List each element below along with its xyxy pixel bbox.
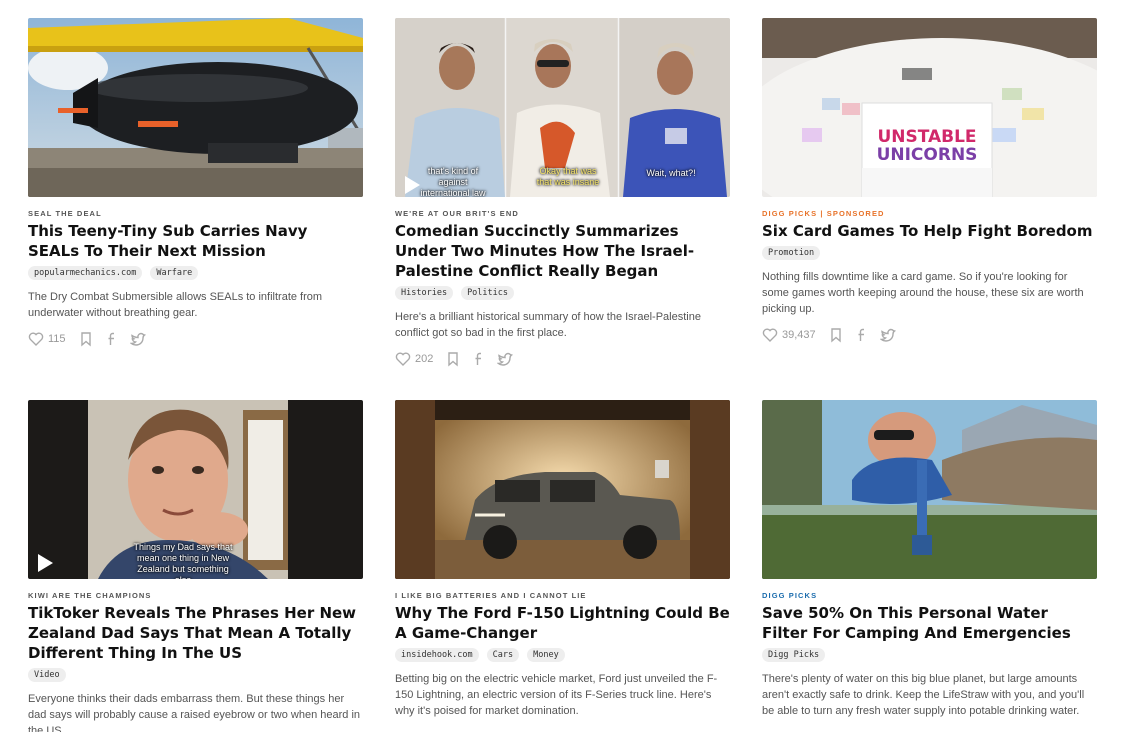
story-card: Things my Dad says that mean one thing i… (28, 400, 363, 732)
submarine-image (28, 18, 363, 197)
video-caption: Wait, what?! (646, 168, 696, 178)
story-actions: 115 (28, 330, 363, 348)
story-thumbnail[interactable]: UNSTABLE UNICORNS (762, 18, 1097, 197)
lifestraw-image (762, 400, 1097, 579)
bookmark-icon[interactable] (445, 351, 461, 367)
story-title[interactable]: This Teeny-Tiny Sub Carries Navy SEALs T… (28, 221, 363, 261)
story-description: Betting big on the electric vehicle mark… (395, 673, 718, 717)
story-thumbnail[interactable]: Things my Dad says that mean one thing i… (28, 400, 363, 579)
box-title-line: UNSTABLE (877, 127, 977, 147)
tag[interactable]: insidehook.com (395, 648, 479, 662)
facebook-icon[interactable] (854, 327, 870, 343)
story-actions: 39,437 (762, 326, 1097, 344)
tag[interactable]: Cars (486, 648, 520, 662)
story-title[interactable]: Save 50% On This Personal Water Filter F… (762, 603, 1097, 643)
tag[interactable]: Money (527, 648, 565, 662)
tag[interactable]: Histories (395, 286, 454, 300)
box-title-line: UNICORNS (876, 145, 978, 165)
story-description: Here's a brilliant historical summary of… (395, 311, 701, 339)
heart-icon[interactable] (28, 331, 44, 347)
story-kicker: I LIKE BIG BATTERIES AND I CANNOT LIE (395, 591, 587, 600)
story-tags: insidehook.com Cars Money (395, 648, 730, 663)
story-card: I LIKE BIG BATTERIES AND I CANNOT LIE Wh… (395, 400, 730, 719)
twitter-icon[interactable] (129, 331, 146, 347)
heart-icon[interactable] (762, 327, 778, 343)
video-caption: that's kind of against international law (420, 166, 486, 197)
story-kicker: DIGG PICKS | SPONSORED (762, 209, 885, 218)
facebook-icon[interactable] (104, 331, 120, 347)
heart-icon[interactable] (395, 351, 411, 367)
story-actions: 202 (395, 350, 730, 368)
story-card: DIGG PICKS Save 50% On This Personal Wat… (762, 400, 1097, 719)
story-description: The Dry Combat Submersible allows SEALs … (28, 291, 323, 319)
story-grid: SEAL THE DEAL This Teeny-Tiny Sub Carrie… (0, 0, 1144, 732)
twitter-icon[interactable] (496, 351, 514, 367)
like-count: 202 (415, 353, 434, 365)
story-title[interactable]: Six Card Games To Help Fight Boredom (762, 221, 1097, 241)
story-kicker: SEAL THE DEAL (28, 209, 102, 218)
story-tags: Histories Politics (395, 286, 730, 301)
twitter-icon[interactable] (879, 327, 896, 343)
story-title[interactable]: Why The Ford F-150 Lightning Could Be A … (395, 603, 730, 643)
story-thumbnail[interactable]: that's kind of against international law… (395, 18, 730, 197)
bookmark-icon[interactable] (78, 331, 94, 347)
box-title: UNSTABLE UNICORNS (862, 128, 992, 164)
story-thumbnail[interactable] (28, 18, 363, 197)
tag[interactable]: popularmechanics.com (28, 266, 143, 280)
story-thumbnail[interactable] (762, 400, 1097, 579)
card-game-image (762, 18, 1097, 197)
tag[interactable]: Video (28, 668, 66, 682)
tag[interactable]: Politics (461, 286, 515, 300)
story-title[interactable]: Comedian Succinctly Summarizes Under Two… (395, 221, 730, 281)
story-card: UNSTABLE UNICORNS DIGG PICKS | SPONSORED… (762, 18, 1097, 344)
story-title[interactable]: TikToker Reveals The Phrases Her New Zea… (28, 603, 363, 663)
story-tags: Promotion (762, 246, 1097, 261)
story-description: There's plenty of water on this big blue… (762, 673, 1085, 717)
story-kicker: WE'RE AT OUR BRIT'S END (395, 209, 519, 218)
video-caption: Things my Dad says that mean one thing i… (133, 542, 233, 579)
like-count: 115 (48, 333, 66, 345)
story-thumbnail[interactable] (395, 400, 730, 579)
facebook-icon[interactable] (471, 351, 487, 367)
tag[interactable]: Digg Picks (762, 648, 826, 662)
story-tags: popularmechanics.com Warfare (28, 266, 363, 281)
story-kicker: DIGG PICKS (762, 591, 818, 600)
like-count: 39,437 (782, 329, 816, 341)
story-description: Everyone thinks their dads embarrass the… (28, 693, 361, 732)
story-kicker: KIWI ARE THE CHAMPIONS (28, 591, 152, 600)
truck-image (395, 400, 730, 579)
story-card: that's kind of against international law… (395, 18, 730, 368)
tag[interactable]: Promotion (762, 246, 821, 260)
video-caption: Okay that was that was insane (536, 166, 600, 187)
tag[interactable]: Warfare (150, 266, 199, 280)
story-tags: Digg Picks (762, 648, 1097, 663)
story-tags: Video (28, 668, 363, 683)
bookmark-icon[interactable] (828, 327, 844, 343)
story-card: SEAL THE DEAL This Teeny-Tiny Sub Carrie… (28, 18, 363, 348)
story-description: Nothing fills downtime like a card game.… (762, 271, 1084, 315)
